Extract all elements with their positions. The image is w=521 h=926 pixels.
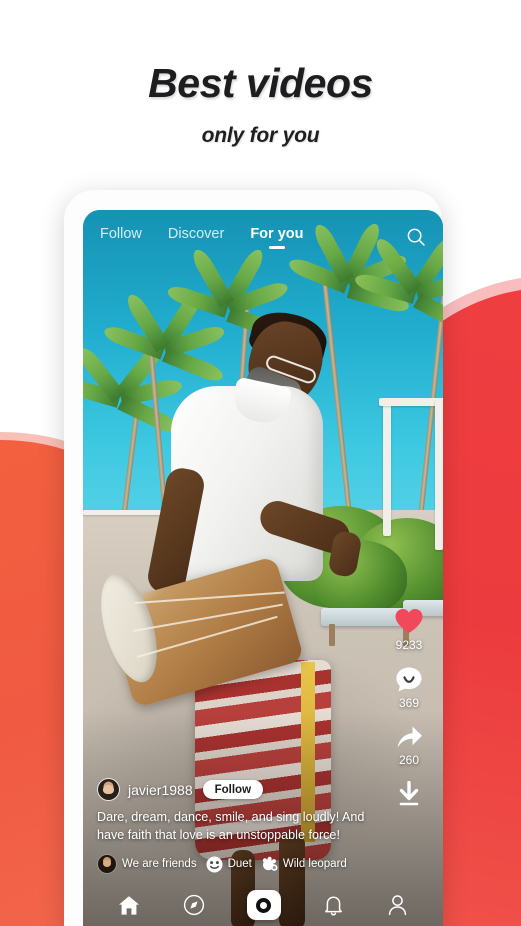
comment-icon	[395, 666, 423, 693]
person-icon	[387, 894, 408, 916]
action-rail: 9233 369 260	[383, 607, 435, 810]
duet-face-icon	[206, 856, 223, 873]
download-icon	[396, 781, 422, 807]
post-caption: Dare, dream, dance, smile, and sing loud…	[97, 810, 365, 843]
bell-icon	[323, 894, 344, 916]
lounger-leg	[329, 624, 335, 646]
bottom-navigation	[83, 880, 443, 926]
comment-button[interactable]: 369	[395, 666, 423, 710]
tag-row: We are friends Duet Wild leopard	[97, 854, 369, 874]
tag-duet[interactable]: Duet	[206, 856, 252, 873]
tag-label: Duet	[227, 858, 252, 870]
heart-icon	[394, 607, 424, 635]
tab-follow[interactable]: Follow	[100, 226, 142, 249]
tag-we-are-friends[interactable]: We are friends	[97, 854, 197, 874]
search-icon	[406, 227, 426, 247]
tab-for-you[interactable]: For you	[250, 226, 303, 249]
share-button[interactable]: 260	[395, 724, 424, 767]
top-tab-bar: Follow Discover For you	[83, 210, 443, 264]
nav-discover[interactable]	[183, 894, 205, 916]
post-info: javier1988 Follow Dare, dream, dance, sm…	[97, 778, 369, 874]
white-post	[435, 400, 443, 550]
compass-icon	[183, 894, 205, 916]
tag-wild-leopard[interactable]: Wild leopard	[261, 856, 347, 873]
user-row: javier1988 Follow	[97, 778, 369, 802]
nav-record[interactable]	[246, 890, 281, 920]
search-button[interactable]	[406, 227, 426, 247]
download-button[interactable]	[396, 781, 422, 810]
comment-count: 369	[398, 696, 420, 710]
avatar-icon	[97, 854, 117, 874]
palm-tree	[353, 234, 443, 533]
headline-block: Best videos only for you	[0, 0, 521, 148]
white-post	[383, 400, 391, 536]
record-icon	[246, 890, 281, 920]
tab-discover[interactable]: Discover	[168, 226, 224, 249]
phone-screen: Follow Discover For you 9233 369 260 jav…	[83, 210, 443, 926]
username[interactable]: javier1988	[128, 782, 193, 798]
share-count: 260	[398, 753, 420, 767]
tag-label: Wild leopard	[282, 858, 347, 870]
nav-profile[interactable]	[387, 894, 408, 916]
like-button[interactable]: 9233	[394, 607, 424, 652]
like-count: 9233	[395, 638, 423, 652]
follow-button[interactable]: Follow	[202, 780, 264, 800]
avatar[interactable]	[97, 778, 120, 802]
home-icon	[118, 895, 140, 916]
phone-mockup: Follow Discover For you 9233 369 260 jav…	[64, 190, 443, 926]
paw-icon	[261, 856, 278, 873]
page-subtitle: only for you	[201, 124, 320, 148]
nav-home[interactable]	[118, 895, 140, 916]
white-beam	[379, 398, 443, 406]
tag-label: We are friends	[122, 858, 197, 870]
record-inner-ring	[256, 897, 272, 913]
nav-notifications[interactable]	[323, 894, 344, 916]
share-icon	[395, 724, 424, 750]
page-title: Best videos	[148, 60, 373, 106]
